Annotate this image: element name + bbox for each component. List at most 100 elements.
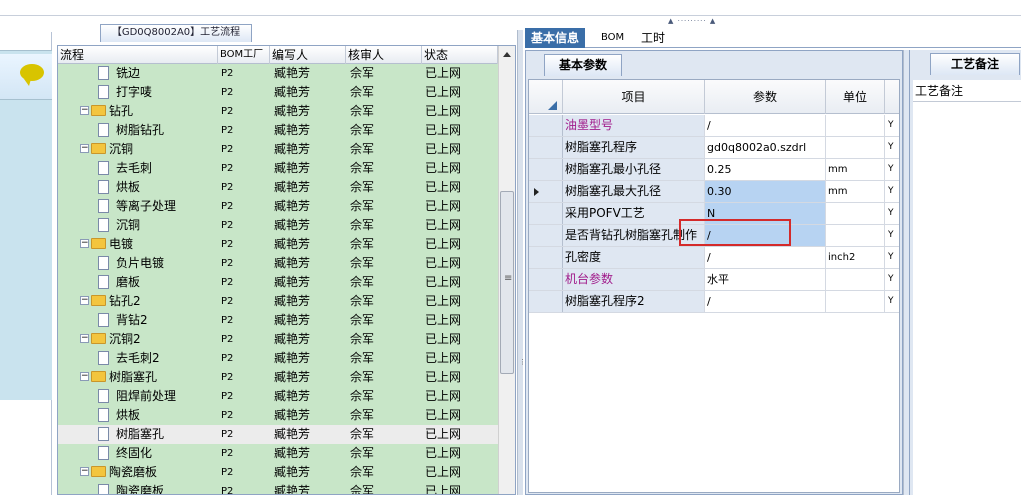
tree-scrollbar[interactable]: ≡ — [498, 46, 515, 494]
tree-node[interactable]: 树脂钻孔 — [58, 121, 218, 140]
tree-node[interactable]: 磨板 — [58, 273, 218, 292]
collapse-icon[interactable]: − — [80, 296, 89, 305]
tree-node[interactable]: − 树脂塞孔 — [58, 368, 218, 387]
tab-basic-info[interactable]: 基本信息 — [525, 28, 586, 48]
cell-unit[interactable]: mm — [826, 181, 885, 202]
tree-row[interactable]: 树脂塞孔 P2 臧艳芳 佘军 已上网 — [58, 425, 498, 444]
row-indicator[interactable] — [529, 115, 563, 136]
tree-node[interactable]: − 沉铜2 — [58, 330, 218, 349]
tree-row[interactable]: 烘板 P2 臧艳芳 佘军 已上网 — [58, 178, 498, 197]
tree-node[interactable]: − 沉铜 — [58, 140, 218, 159]
row-indicator[interactable] — [529, 137, 563, 158]
tree-row[interactable]: − 钻孔2 P2 臧艳芳 佘军 已上网 — [58, 292, 498, 311]
tree-node[interactable]: − 陶瓷磨板 — [58, 463, 218, 482]
cell-unit[interactable] — [826, 269, 885, 290]
col-unit[interactable]: 单位 — [826, 80, 885, 114]
grid-corner[interactable] — [529, 80, 563, 114]
flow-panel-tab[interactable]: 【GD0Q8002A0】工艺流程 — [100, 24, 252, 42]
collapse-icon[interactable]: − — [80, 106, 89, 115]
tree-node[interactable]: 等离子处理 — [58, 197, 218, 216]
tree-node[interactable]: − 钻孔 — [58, 102, 218, 121]
tab-work-hours[interactable]: 工时 — [635, 28, 671, 48]
col-flow[interactable]: 流程 — [58, 46, 218, 64]
param-row[interactable]: 树脂塞孔最小孔径 0.25 mm Y — [529, 159, 899, 181]
tree-row[interactable]: 磨板 P2 臧艳芳 佘军 已上网 — [58, 273, 498, 292]
tab-basic-params[interactable]: 基本参数 — [544, 54, 622, 76]
param-row[interactable]: 树脂塞孔程序 gd0q8002a0.szdrl Y — [529, 137, 899, 159]
cell-unit[interactable] — [826, 137, 885, 158]
param-row[interactable]: 孔密度 / inch2 Y — [529, 247, 899, 269]
tree-row[interactable]: − 电镀 P2 臧艳芳 佘军 已上网 — [58, 235, 498, 254]
param-row[interactable]: 树脂塞孔最大孔径 0.30 mm Y — [529, 181, 899, 203]
left-nav-header[interactable] — [0, 54, 52, 100]
row-indicator[interactable] — [529, 181, 563, 202]
cell-unit[interactable]: mm — [826, 159, 885, 180]
col-item[interactable]: 项目 — [563, 80, 705, 114]
param-row[interactable]: 树脂塞孔程序2/ Y — [529, 291, 899, 313]
cell-param[interactable]: 水平 — [705, 269, 826, 290]
row-indicator[interactable] — [529, 159, 563, 180]
tree-row[interactable]: − 树脂塞孔 P2 臧艳芳 佘军 已上网 — [58, 368, 498, 387]
collapse-icon[interactable]: − — [80, 239, 89, 248]
cell-unit[interactable] — [826, 225, 885, 246]
row-indicator[interactable] — [529, 291, 563, 312]
col-reviewer[interactable]: 核审人 — [346, 46, 422, 64]
collapse-icon[interactable]: − — [80, 334, 89, 343]
tree-row[interactable]: 烘板 P2 臧艳芳 佘军 已上网 — [58, 406, 498, 425]
tree-node[interactable]: 打字唛 — [58, 83, 218, 102]
tree-node[interactable]: 去毛刺2 — [58, 349, 218, 368]
tree-row[interactable]: 等离子处理 P2 臧艳芳 佘军 已上网 — [58, 197, 498, 216]
tree-row[interactable]: − 陶瓷磨板 P2 臧艳芳 佘军 已上网 — [58, 463, 498, 482]
cell-param[interactable]: / — [705, 291, 826, 312]
remark-textarea[interactable] — [913, 102, 1021, 495]
cell-unit[interactable] — [826, 115, 885, 136]
tree-row[interactable]: 去毛刺2 P2 臧艳芳 佘军 已上网 — [58, 349, 498, 368]
cell-param[interactable]: 0.30 — [705, 181, 826, 202]
tree-row[interactable]: − 沉铜2 P2 臧艳芳 佘军 已上网 — [58, 330, 498, 349]
tree-row[interactable]: 终固化 P2 臧艳芳 佘军 已上网 — [58, 444, 498, 463]
scroll-thumb[interactable]: ≡ — [500, 191, 514, 374]
cell-unit[interactable]: inch2 — [826, 247, 885, 268]
tree-row[interactable]: 打字唛 P2 臧艳芳 佘军 已上网 — [58, 83, 498, 102]
param-row[interactable]: 油墨型号 / Y — [529, 115, 899, 137]
tree-row[interactable]: 沉铜 P2 臧艳芳 佘军 已上网 — [58, 216, 498, 235]
vertical-splitter[interactable]: ⋮ — [517, 30, 526, 495]
cell-param[interactable]: / — [705, 115, 826, 136]
col-param[interactable]: 参数 — [705, 80, 826, 114]
tree-node[interactable]: 沉铜 — [58, 216, 218, 235]
tree-node[interactable]: 树脂塞孔 — [58, 425, 218, 444]
tree-row[interactable]: 背钻2 P2 臧艳芳 佘军 已上网 — [58, 311, 498, 330]
tree-node[interactable]: − 钻孔2 — [58, 292, 218, 311]
tab-process-remark[interactable]: 工艺备注 — [930, 53, 1020, 75]
tree-row[interactable]: 树脂钻孔 P2 臧艳芳 佘军 已上网 — [58, 121, 498, 140]
splitter-grip-icon[interactable]: ⋮ — [519, 359, 526, 366]
tree-node[interactable]: 陶瓷磨板 — [58, 482, 218, 494]
tree-node[interactable]: 铣边 — [58, 64, 218, 83]
tree-node[interactable]: 去毛刺 — [58, 159, 218, 178]
chat-bubble-icon[interactable] — [20, 64, 44, 86]
collapse-icon[interactable]: − — [80, 372, 89, 381]
tree-row[interactable]: 陶瓷磨板 P2 臧艳芳 佘军 已上网 — [58, 482, 498, 494]
row-indicator[interactable] — [529, 203, 563, 224]
tree-node[interactable]: 烘板 — [58, 178, 218, 197]
row-indicator[interactable] — [529, 225, 563, 246]
scroll-up-arrow-icon[interactable] — [503, 52, 511, 57]
tree-node[interactable]: − 电镀 — [58, 235, 218, 254]
col-bom-factory[interactable]: BOM工厂 — [218, 46, 270, 64]
param-row[interactable]: 机台参数 水平 Y — [529, 269, 899, 291]
tree-node[interactable]: 终固化 — [58, 444, 218, 463]
cell-unit[interactable] — [826, 291, 885, 312]
splitter-grip-icon[interactable]: ▲ ········· ▲ — [668, 18, 738, 25]
tree-node[interactable]: 背钻2 — [58, 311, 218, 330]
row-indicator[interactable] — [529, 269, 563, 290]
tree-row[interactable]: 去毛刺 P2 臧艳芳 佘军 已上网 — [58, 159, 498, 178]
cell-param[interactable]: gd0q8002a0.szdrl — [705, 137, 826, 158]
cell-param[interactable]: / — [705, 247, 826, 268]
tree-node[interactable]: 烘板 — [58, 406, 218, 425]
collapse-icon[interactable]: − — [80, 467, 89, 476]
tree-row[interactable]: − 钻孔 P2 臧艳芳 佘军 已上网 — [58, 102, 498, 121]
cell-unit[interactable] — [826, 203, 885, 224]
row-indicator[interactable] — [529, 247, 563, 268]
tree-row[interactable]: − 沉铜 P2 臧艳芳 佘军 已上网 — [58, 140, 498, 159]
col-status[interactable]: 状态 — [422, 46, 498, 64]
